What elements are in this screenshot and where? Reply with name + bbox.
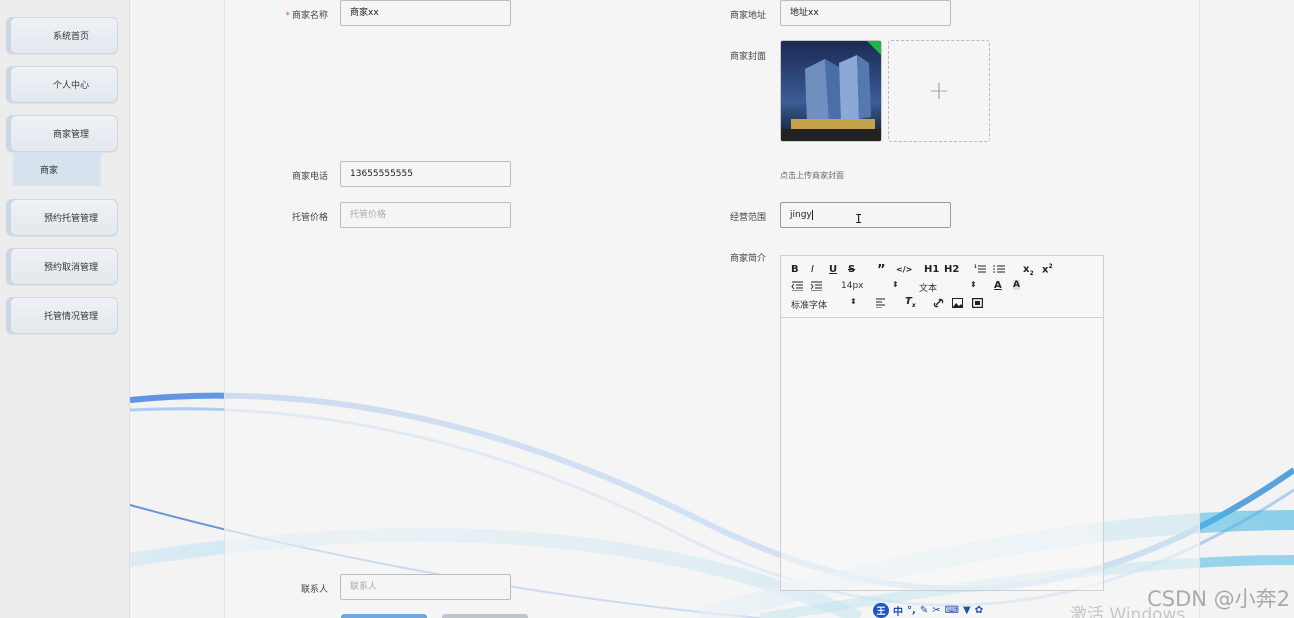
font-color-icon[interactable]: A (994, 280, 1002, 291)
merchant-address-input[interactable]: 地址xx (780, 0, 951, 26)
contact-input[interactable]: 联系人 (340, 574, 511, 600)
italic-button[interactable]: I (811, 264, 814, 275)
sidebar-item-label: 托管情况管理 (43, 312, 98, 322)
sidebar-item-merchant-management[interactable]: 商家管理 (6, 115, 118, 152)
business-scope-input[interactable]: jingy (780, 202, 951, 228)
ime-badge[interactable]: 王 (873, 603, 889, 618)
scissors-icon[interactable]: ✂ (932, 605, 940, 616)
business-scope-value: jingy (790, 210, 813, 220)
align-icon[interactable] (875, 298, 886, 308)
code-button[interactable]: </> (896, 265, 912, 274)
link-icon[interactable] (933, 298, 944, 308)
merchant-cover-image[interactable] (780, 40, 882, 142)
business-scope-label: 经营范围 (729, 213, 766, 223)
text-type-select[interactable]: 文本 (919, 281, 937, 294)
background-color-icon[interactable]: A (1013, 280, 1020, 290)
bullet-list-icon[interactable] (993, 264, 1005, 274)
font-family-select[interactable]: 标准字体 (791, 298, 827, 311)
cover-upload-hint: 点击上传商家封面 (780, 171, 844, 180)
settings-icon[interactable]: ✿ (975, 605, 983, 616)
merchant-address-label: 商家地址 (729, 11, 766, 21)
indent-icon[interactable] (810, 281, 822, 291)
custody-price-input[interactable]: 托管价格 (340, 202, 511, 228)
underline-button[interactable]: U (829, 264, 837, 275)
ime-toolbar: 王 中 °, ✎ ✂ ⌨ ▼ ✿ (873, 603, 983, 618)
merchant-name-label: * 商家名称 (272, 8, 328, 21)
editor-toolbar: B I U S ” </> H1 H2 1 x2 x2 14px ⬍ 文本 ⬍ … (781, 256, 1103, 318)
punctuation-icon[interactable]: °, (907, 605, 916, 616)
font-size-select[interactable]: 14px (841, 281, 864, 291)
submenu-item-merchant[interactable]: 商家 (13, 152, 101, 186)
sidebar-item-label: 预约取消管理 (43, 263, 98, 273)
merchant-phone-input[interactable]: 13655555555 (340, 161, 511, 187)
sidebar-item-label: 系统首页 (52, 32, 89, 42)
video-icon[interactable] (972, 298, 983, 308)
select-arrows-icon: ⬍ (892, 280, 899, 289)
select-arrows-icon: ⬍ (970, 280, 977, 289)
merchant-cover-label: 商家封面 (729, 52, 766, 62)
outdent-icon[interactable] (791, 281, 803, 291)
clear-format-icon[interactable]: Tx (905, 296, 916, 309)
pen-icon[interactable]: ✎ (920, 605, 928, 616)
contact-label: 联系人 (300, 585, 328, 595)
cancel-button[interactable] (442, 614, 528, 618)
sidebar: 系统首页 个人中心 商家管理 商家 预约托管管理 预约取消管理 托管情况管理 (0, 0, 130, 618)
merchant-phone-label: 商家电话 (291, 172, 328, 182)
rich-text-editor: B I U S ” </> H1 H2 1 x2 x2 14px ⬍ 文本 ⬍ … (780, 255, 1104, 591)
merchant-name-input[interactable]: 商家xx (340, 0, 511, 26)
custody-price-label: 托管价格 (291, 213, 328, 223)
select-arrows-icon: ⬍ (850, 297, 857, 306)
sidebar-item-personal-center[interactable]: 个人中心 (6, 66, 118, 103)
csdn-watermark: CSDN @小奔2 (1147, 587, 1290, 611)
h2-button[interactable]: H2 (944, 264, 959, 275)
bold-button[interactable]: B (791, 264, 799, 275)
text-cursor-icon: I (855, 212, 863, 226)
subscript-button[interactable]: x2 (1023, 264, 1034, 277)
sidebar-item-custody-status[interactable]: 托管情况管理 (6, 297, 118, 334)
sidebar-item-label: 商家管理 (52, 130, 89, 140)
strike-button[interactable]: S (848, 264, 855, 275)
sidebar-item-booking-custody[interactable]: 预约托管管理 (6, 199, 118, 236)
sidebar-item-booking-cancel[interactable]: 预约取消管理 (6, 248, 118, 285)
ordered-list-icon[interactable]: 1 (974, 264, 986, 274)
submit-button[interactable] (341, 614, 427, 618)
merchant-intro-label: 商家简介 (729, 254, 766, 264)
svg-text:1: 1 (974, 264, 977, 269)
sidebar-item-label: 预约托管管理 (43, 214, 98, 224)
h1-button[interactable]: H1 (924, 264, 939, 275)
sidebar-item-home[interactable]: 系统首页 (6, 17, 118, 54)
superscript-button[interactable]: x2 (1042, 263, 1053, 275)
cover-upload-button[interactable]: + (888, 40, 990, 142)
sidebar-item-label: 个人中心 (52, 81, 89, 91)
ime-mode[interactable]: 中 (893, 603, 903, 618)
skin-icon[interactable]: ▼ (963, 605, 971, 616)
building-image (781, 41, 881, 141)
merchant-name-label-text: 商家名称 (291, 11, 328, 21)
image-icon[interactable] (952, 298, 963, 308)
plus-icon: + (928, 76, 950, 106)
required-mark: * (285, 11, 290, 21)
quote-button[interactable]: ” (877, 263, 886, 278)
keyboard-icon[interactable]: ⌨ (945, 605, 959, 616)
